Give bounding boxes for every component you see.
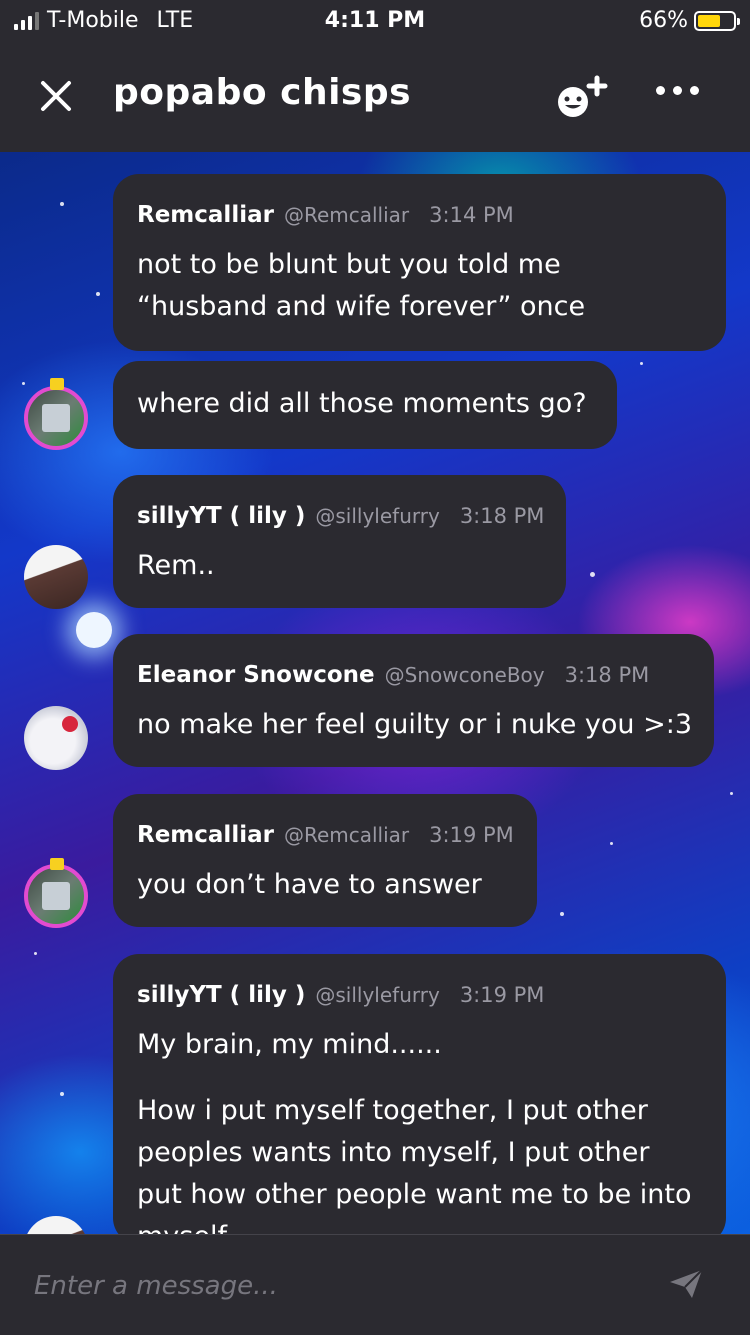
sender-name[interactable]: sillyYT ( lily ) [137, 982, 305, 1008]
sender-handle: @Remcalliar [283, 823, 410, 847]
message-meta: sillyYT ( lily ) @sillylefurry 3:19 PM [137, 982, 544, 1008]
rose-icon [62, 716, 78, 732]
message-bubble[interactable]: Eleanor Snowcone @SnowconeBoy 3:18 PM no… [113, 634, 714, 767]
message-text: not to be blunt but you told me “husband… [137, 249, 586, 322]
battery-icon [694, 10, 740, 31]
status-bar: T-Mobile LTE 4:11 PM 66% [0, 0, 750, 40]
sender-handle: @sillylefurry [315, 504, 440, 528]
sender-handle: @Remcalliar [283, 203, 410, 227]
message-bubble[interactable]: where did all those moments go? [113, 361, 617, 449]
message-time: 3:18 PM [459, 504, 545, 528]
message-meta: sillyYT ( lily ) @sillylefurry 3:18 PM [137, 503, 544, 529]
message-meta: Remcalliar @Remcalliar 3:14 PM [137, 202, 514, 228]
message-composer [0, 1234, 750, 1335]
status-time: 4:11 PM [324, 8, 426, 33]
avatar-remcalliar[interactable] [24, 864, 88, 928]
message-text: no make her feel guilty or i nuke you >:… [137, 709, 693, 740]
message-bubble[interactable]: sillyYT ( lily ) @sillylefurry 3:18 PM R… [113, 475, 566, 608]
message-bubble[interactable]: Remcalliar @Remcalliar 3:14 PM not to be… [113, 174, 726, 351]
glowing-star [76, 612, 112, 648]
more-options-icon[interactable] [656, 86, 700, 98]
crown-icon [50, 378, 64, 390]
message-time: 3:19 PM [429, 823, 514, 847]
message-meta: Remcalliar @Remcalliar 3:19 PM [137, 822, 514, 848]
crown-icon [50, 858, 64, 870]
avatar-remcalliar[interactable] [24, 386, 88, 450]
avatar-sillyyt[interactable] [24, 545, 88, 609]
sender-name[interactable]: Eleanor Snowcone [137, 662, 375, 688]
battery-indicator: 66% [639, 8, 740, 33]
sender-name[interactable]: Remcalliar [137, 822, 274, 848]
send-icon[interactable] [668, 1268, 704, 1300]
sender-name[interactable]: Remcalliar [137, 202, 274, 228]
sender-name[interactable]: sillyYT ( lily ) [137, 503, 305, 529]
message-meta: Eleanor Snowcone @SnowconeBoy 3:18 PM [137, 662, 649, 688]
message-text: My brain, my mind...... [137, 1029, 442, 1060]
message-text: where did all those moments go? [137, 388, 587, 419]
message-text-continued: How i put myself together, I put other p… [137, 1095, 692, 1244]
message-input[interactable] [32, 1261, 616, 1311]
sender-handle: @SnowconeBoy [384, 663, 545, 687]
chat-title: popabo chisps [113, 72, 412, 113]
add-member-icon[interactable] [555, 74, 609, 120]
sender-handle: @sillylefurry [315, 983, 440, 1007]
message-time: 3:18 PM [564, 663, 650, 687]
message-bubble[interactable]: sillyYT ( lily ) @sillylefurry 3:19 PM M… [113, 954, 726, 1244]
chat-header: popabo chisps [0, 40, 750, 152]
message-text: you don’t have to answer [137, 869, 482, 900]
message-bubble[interactable]: Remcalliar @Remcalliar 3:19 PM you don’t… [113, 794, 537, 927]
avatar-eleanor[interactable] [24, 706, 88, 770]
message-time: 3:19 PM [459, 983, 545, 1007]
battery-percent: 66% [639, 8, 688, 33]
message-time: 3:14 PM [429, 203, 514, 227]
close-icon[interactable] [38, 78, 74, 114]
message-text: Rem.. [137, 550, 215, 581]
